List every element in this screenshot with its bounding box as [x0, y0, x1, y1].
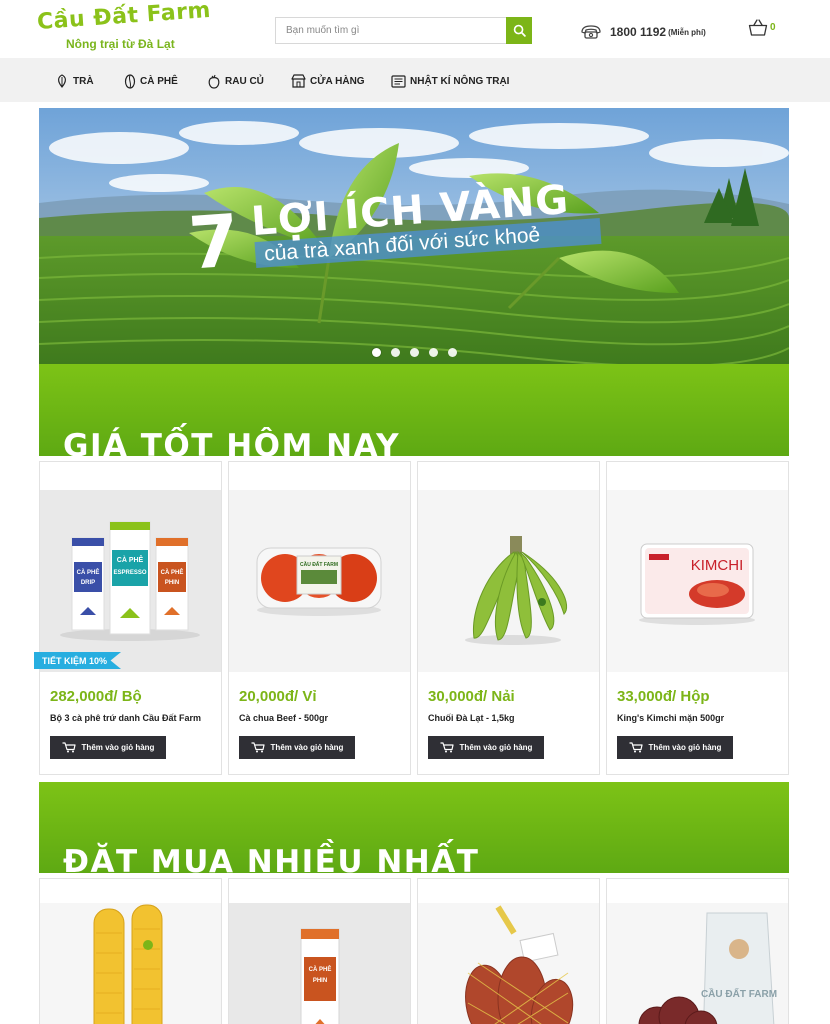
pack-text: CẦU ĐẤT FARM	[300, 561, 338, 568]
cart-icon	[251, 742, 265, 753]
product-image[interactable]	[418, 903, 599, 1024]
cart-icon	[629, 742, 643, 753]
pack-text: ESPRESSO	[113, 570, 146, 576]
nav-item-coffee[interactable]: CÀ PHÊ	[124, 71, 178, 91]
tomato-pack-image: CẦU ĐẤT FARM	[229, 490, 410, 672]
slider-dot[interactable]	[448, 348, 457, 357]
deals-section-title: GIÁ TỐT HÔM NAY	[63, 428, 401, 456]
deals-section-banner: GIÁ TỐT HÔM NAY	[39, 364, 789, 456]
add-to-cart-label: Thêm vào giỏ hàng	[81, 743, 155, 752]
product-price: 33,000đ/ Hộp	[617, 688, 710, 705]
kimchi-box-image: KIMCHI	[607, 490, 788, 672]
product-card[interactable]	[417, 878, 600, 1024]
cart-count: 0	[770, 22, 776, 33]
nav-item-tea[interactable]: TRÀ	[55, 71, 94, 91]
product-name[interactable]: Chuối Đà Lạt - 1,5kg	[428, 713, 515, 723]
logo-brand: Cầu Đất Farm	[36, 0, 212, 35]
coffee-set-image: CÀ PHÊ DRIP CÀ PHÊ ESPRESSO CÀ PHÊ PHIN	[40, 490, 221, 672]
product-image[interactable]: CÀ PHÊ DRIP CÀ PHÊ ESPRESSO CÀ PHÊ PHIN	[40, 490, 221, 672]
product-name[interactable]: Cà chua Beef - 500gr	[239, 713, 328, 723]
product-name[interactable]: Bộ 3 cà phê trứ danh Cầu Đất Farm	[50, 713, 201, 723]
add-to-cart-label: Thêm vào giỏ hàng	[270, 743, 344, 752]
coffee-bean-icon	[124, 73, 136, 89]
pack-text: CÀ PHÊ	[161, 568, 184, 576]
search-input[interactable]	[276, 18, 506, 43]
nav-label: CÀ PHÊ	[140, 75, 178, 87]
product-price: 282,000đ/ Bộ	[50, 688, 142, 705]
pack-text: CÀ PHÊ	[77, 568, 100, 576]
coffee-phin-bag-image: CÀ PHÊ PHIN	[229, 903, 410, 1024]
pack-text: PHIN	[313, 978, 327, 984]
product-image[interactable]: CẦU ĐẤT FARM	[229, 490, 410, 672]
product-image[interactable]: KIMCHI	[607, 490, 788, 672]
product-card[interactable]: 30,000đ/ Nải Chuối Đà Lạt - 1,5kg Thêm v…	[417, 461, 600, 775]
logo[interactable]: Cầu Đất Farm Nông trại từ Đà Lạt	[36, 0, 211, 54]
slider-dot[interactable]	[429, 348, 438, 357]
bestseller-section-banner: ĐẶT MUA NHIỀU NHẤT	[39, 782, 789, 873]
nav-label: NHẬT KÍ NÔNG TRẠI	[410, 75, 510, 87]
slider-dot[interactable]	[391, 348, 400, 357]
nav-label: RAU CỦ	[225, 75, 264, 87]
add-to-cart-label: Thêm vào giỏ hàng	[459, 743, 533, 752]
search-icon	[513, 24, 526, 37]
product-image[interactable]	[418, 490, 599, 672]
product-image[interactable]: CÀ PHÊ PHIN	[229, 903, 410, 1024]
pack-text: KIMCHI	[691, 557, 744, 574]
cart-icon	[62, 742, 76, 753]
nav-label: TRÀ	[73, 75, 94, 87]
product-card[interactable]	[39, 878, 222, 1024]
logo-tagline: Nông trại từ Đà Lạt	[66, 37, 175, 51]
pack-text: CÀ PHÊ	[309, 965, 332, 973]
product-card[interactable]: CÀ PHÊ DRIP CÀ PHÊ ESPRESSO CÀ PHÊ PHIN	[34, 461, 222, 775]
product-name[interactable]: King's Kimchi mặn 500gr	[617, 713, 724, 723]
site-header: Cầu Đất Farm Nông trại từ Đà Lạt 1800 11…	[0, 0, 830, 58]
add-to-cart-label: Thêm vào giỏ hàng	[648, 743, 722, 752]
journal-icon	[391, 74, 406, 88]
cart-button[interactable]: 0	[748, 19, 776, 37]
discount-badge: TIẾT KIỆM 10%	[34, 652, 122, 669]
product-card[interactable]: CẦU ĐẤT FARM 20,000đ/ Vỉ Cà chua Beef - …	[228, 461, 411, 775]
tea-leaf-icon	[58, 74, 66, 88]
basket-icon	[748, 19, 768, 36]
hotline-note: (Miễn phí)	[668, 27, 706, 37]
product-price: 30,000đ/ Nải	[428, 688, 515, 705]
vegetable-icon	[208, 74, 220, 89]
hero-banner[interactable]: 7 LỢI ÍCH VÀNG của trà xanh đối với sức …	[39, 108, 789, 364]
main-nav: TRÀ CÀ PHÊ RAU CỦ CỬA HÀNG NHẬT KÍ NÔNG …	[0, 58, 830, 102]
product-image[interactable]: CẦU ĐẤT FARM	[607, 903, 788, 1024]
nav-item-vegetables[interactable]: RAU CỦ	[207, 71, 264, 91]
nav-item-journal[interactable]: NHẬT KÍ NÔNG TRẠI	[391, 71, 509, 91]
slider-dots	[372, 348, 457, 357]
add-to-cart-button[interactable]: Thêm vào giỏ hàng	[428, 736, 544, 759]
product-card[interactable]: CÀ PHÊ PHIN	[228, 878, 411, 1024]
bestseller-section-title: ĐẶT MUA NHIỀU NHẤT	[63, 844, 480, 873]
add-to-cart-button[interactable]: Thêm vào giỏ hàng	[617, 736, 733, 759]
pack-text: CÀ PHÊ	[117, 555, 144, 564]
pack-text: DRIP	[81, 580, 95, 586]
nav-label: CỬA HÀNG	[310, 75, 365, 87]
corn-image	[40, 903, 221, 1024]
add-to-cart-button[interactable]: Thêm vào giỏ hàng	[239, 736, 355, 759]
nav-item-store[interactable]: CỬA HÀNG	[291, 71, 365, 91]
hotline-number: 1800 1192	[610, 25, 667, 39]
cart-icon	[440, 742, 454, 753]
product-image[interactable]	[40, 903, 221, 1024]
add-to-cart-button[interactable]: Thêm vào giỏ hàng	[50, 736, 166, 759]
product-card[interactable]: CẦU ĐẤT FARM	[606, 878, 789, 1024]
store-icon	[291, 74, 306, 88]
banana-image	[418, 490, 599, 672]
slider-dot[interactable]	[410, 348, 419, 357]
phone-icon	[581, 25, 601, 39]
hotline[interactable]: 1800 1192 (Miễn phí)	[580, 23, 706, 41]
tea-field-image	[39, 108, 789, 364]
pack-text: PHIN	[165, 580, 179, 586]
pack-text: CẦU ĐẤT FARM	[701, 987, 777, 1000]
search-box	[275, 17, 532, 44]
lettuce-bag-image: CẦU ĐẤT FARM	[607, 903, 788, 1024]
sweet-potato-image	[418, 903, 599, 1024]
product-price: 20,000đ/ Vỉ	[239, 688, 317, 705]
slider-dot[interactable]	[372, 348, 381, 357]
product-card[interactable]: KIMCHI 33,000đ/ Hộp King's Kimchi mặn 50…	[606, 461, 789, 775]
search-button[interactable]	[506, 17, 532, 44]
